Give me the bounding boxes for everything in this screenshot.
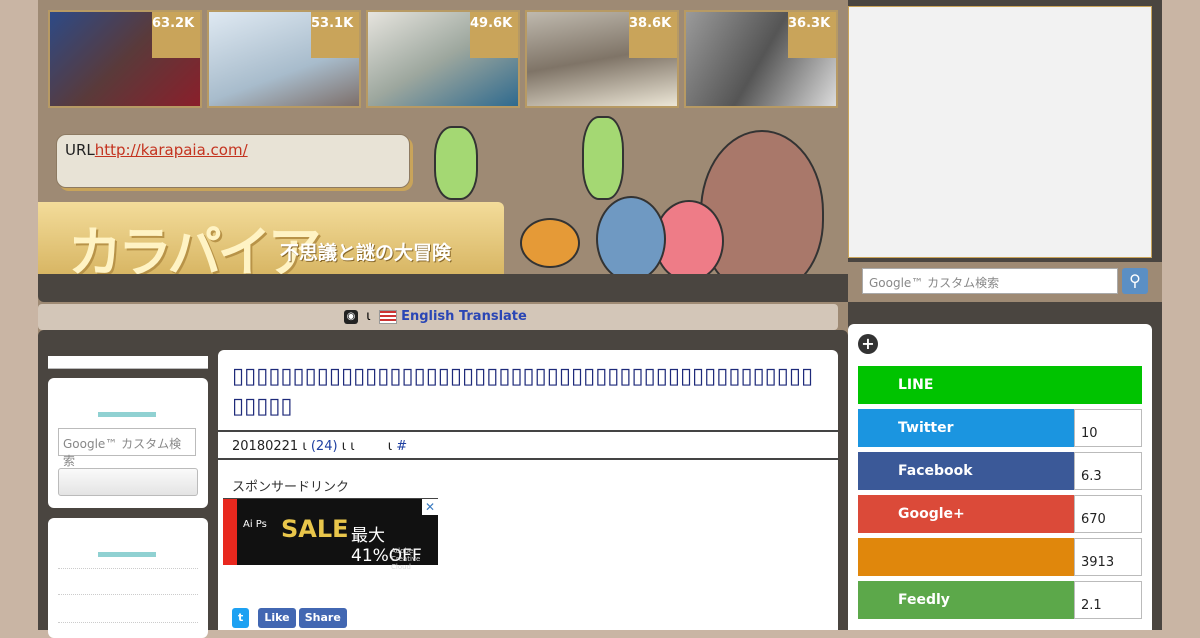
sidebar-search-button[interactable] xyxy=(58,468,198,496)
facebook-like-button[interactable]: Like xyxy=(258,608,296,628)
adobe-logo-icon xyxy=(223,499,237,565)
article-meta: 20180221 ι (24) ι ι ι # xyxy=(218,430,838,460)
share-label: Share xyxy=(304,611,341,624)
share-row-twitter[interactable]: Twitter 10 xyxy=(858,409,1142,447)
share-row-facebook[interactable]: Facebook 6.3 xyxy=(858,452,1142,490)
meta-separator: ι xyxy=(387,439,393,454)
share-label: Google+ xyxy=(858,495,1074,533)
thumbnail-count: 49.6K xyxy=(470,12,518,58)
thumbnail-5[interactable]: 36.3K xyxy=(684,10,838,108)
article-title[interactable]: ▯▯▯▯▯▯▯▯▯▯▯▯▯▯▯▯▯▯▯▯▯▯▯▯▯▯▯▯▯▯▯▯▯▯▯▯▯▯▯▯… xyxy=(232,362,822,422)
share-row-googleplus[interactable]: Google+ 670 xyxy=(858,495,1142,533)
meta-separator: ι xyxy=(302,439,307,454)
share-panel: + LINE Twitter 10 Facebook 6.3 Google+ 6… xyxy=(848,324,1152,630)
share-count: 10 xyxy=(1074,409,1142,447)
thumbnail-1[interactable]: 63.2K xyxy=(48,10,202,108)
left-sidebar: Google™ カスタム検索 xyxy=(48,356,208,638)
right-search-input[interactable]: Google™ カスタム検索 xyxy=(862,268,1118,294)
meta-separator: ι ι xyxy=(341,439,355,454)
share-count: 2.1 xyxy=(1074,581,1142,619)
share-label xyxy=(858,538,1074,576)
header-bottom-band xyxy=(38,274,848,302)
search-icon[interactable]: ⚲ xyxy=(1122,268,1148,294)
site-url-link[interactable]: http://karapaia.com/ xyxy=(95,141,248,159)
popular-thumbnails: 63.2K 53.1K 49.6K 38.6K 36.3K xyxy=(48,10,840,108)
logo-subtitle: 不思議と謎の大冒険 xyxy=(280,242,452,264)
sidebar-widget xyxy=(48,518,208,638)
share-row-line[interactable]: LINE xyxy=(858,366,1142,404)
sponsor-label: スポンサードリンク xyxy=(232,480,350,495)
thumbnail-4[interactable]: 38.6K xyxy=(525,10,679,108)
share-count: 6.3 xyxy=(1074,452,1142,490)
translate-bar: ◉ ι English Translate xyxy=(38,304,838,330)
thumbnail-count: 36.3K xyxy=(788,12,836,58)
share-count: 670 xyxy=(1074,495,1142,533)
share-row-hatena[interactable]: 3913 xyxy=(858,538,1142,576)
ad-brand-text: Adobe Creative Cloud xyxy=(391,547,421,571)
share-label: Facebook xyxy=(858,452,1074,490)
share-label: Feedly xyxy=(858,581,1074,619)
thumbnail-2[interactable]: 53.1K xyxy=(207,10,361,108)
facebook-share-button[interactable]: Share xyxy=(298,608,347,628)
advertisement-banner[interactable]: Ai Ps SALE 最大41%OFF Adobe Creative Cloud… xyxy=(223,498,438,571)
list-divider xyxy=(58,568,198,569)
comment-count-link[interactable]: (24) xyxy=(311,439,338,454)
ad-app-icons: Ai Ps xyxy=(243,519,267,530)
list-divider xyxy=(58,622,198,623)
tweet-button[interactable]: t xyxy=(232,608,250,628)
sidebar-search-box: Google™ カスタム検索 xyxy=(48,378,208,508)
article-date: 20180221 xyxy=(232,439,299,454)
section-divider xyxy=(98,412,156,417)
sidebar-top-strip xyxy=(48,356,208,369)
right-search: Google™ カスタム検索 ⚲ xyxy=(848,262,1162,302)
article-share-buttons: t Like Share xyxy=(232,608,351,628)
share-label: Twitter xyxy=(858,409,1074,447)
globe-icon[interactable]: ◉ xyxy=(344,309,358,324)
share-row-feedly[interactable]: Feedly 2.1 xyxy=(858,581,1142,619)
english-translate-link[interactable]: English Translate xyxy=(401,309,527,324)
twitter-icon: t xyxy=(238,611,244,624)
article: ▯▯▯▯▯▯▯▯▯▯▯▯▯▯▯▯▯▯▯▯▯▯▯▯▯▯▯▯▯▯▯▯▯▯▯▯▯▯▯▯… xyxy=(218,350,838,630)
like-label: Like xyxy=(264,611,290,624)
uk-flag-icon xyxy=(378,309,397,324)
share-count: 3913 xyxy=(1074,538,1142,576)
list-divider xyxy=(58,594,198,595)
thumbnail-3[interactable]: 49.6K xyxy=(366,10,520,108)
sidebar-ad-slot xyxy=(848,6,1152,258)
translate-separator: ι xyxy=(366,309,371,324)
section-divider xyxy=(98,552,156,557)
permalink-hash[interactable]: # xyxy=(396,439,407,454)
url-label: URL xyxy=(65,141,95,159)
thumbnail-count: 53.1K xyxy=(311,12,359,58)
sidebar-search-input[interactable]: Google™ カスタム検索 xyxy=(58,428,196,468)
ad-sale-text: SALE xyxy=(281,515,349,543)
thumbnail-count: 38.6K xyxy=(629,12,677,58)
thumbnail-count: 63.2K xyxy=(152,12,200,58)
site-logo[interactable]: カラパイア 不思議と謎の大冒険 xyxy=(38,202,504,284)
plus-icon[interactable]: + xyxy=(858,334,878,354)
ad-close-icon[interactable]: ✕ xyxy=(422,499,438,515)
share-label: LINE xyxy=(858,366,1142,404)
url-box: URLhttp://karapaia.com/ xyxy=(56,134,410,188)
